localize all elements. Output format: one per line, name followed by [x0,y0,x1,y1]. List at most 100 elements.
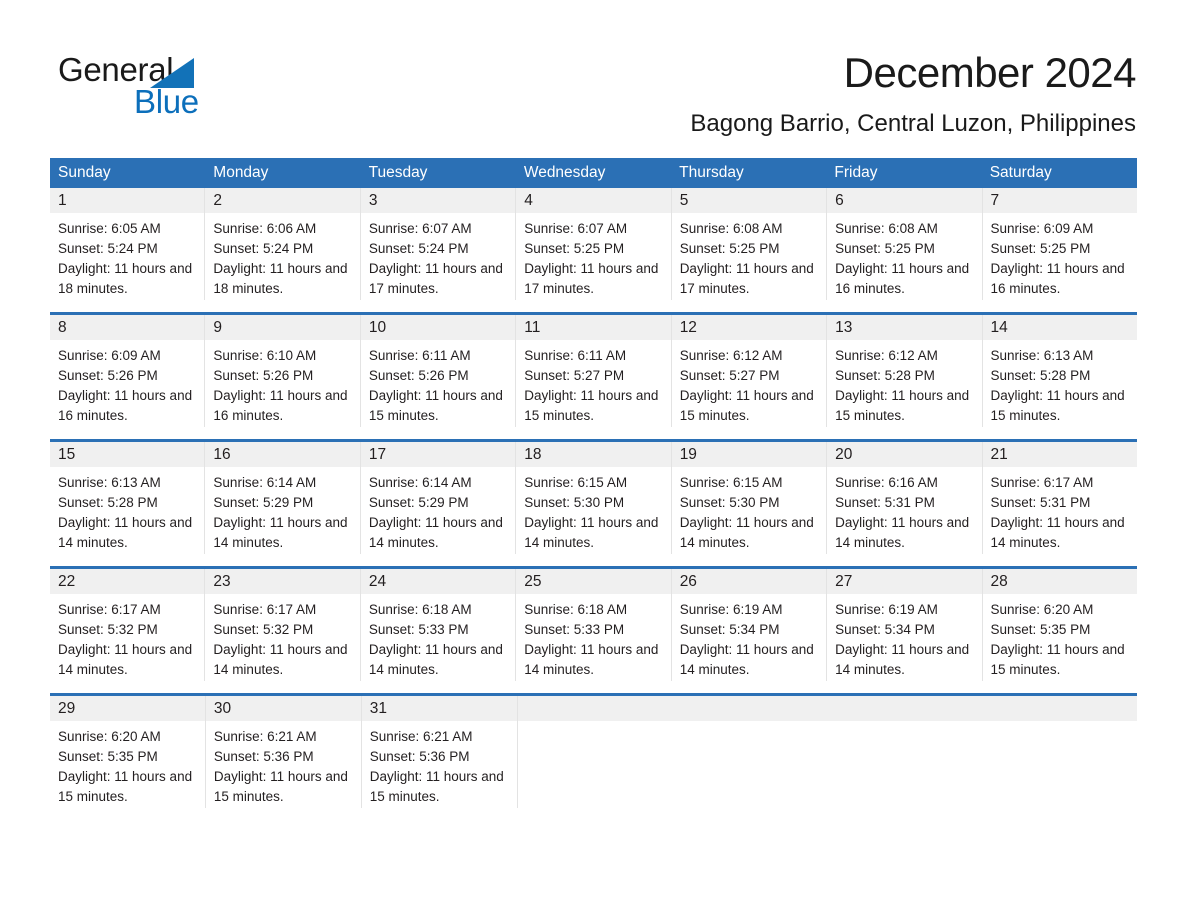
daylight-text: Daylight: 11 hours and 18 minutes. [213,261,348,296]
day-sun-info: Sunrise: 6:07 AM Sunset: 5:24 PM Daylight:… [361,213,515,299]
calendar-day-cell[interactable]: 3 Sunrise: 6:07 AM Sunset: 5:24 PM Daylight… [360,188,517,300]
day-sun-info: Sunrise: 6:13 AM Sunset: 5:28 PM Daylight:… [50,467,204,553]
sunrise-text: Sunrise: 6:17 AM [990,475,1094,490]
sunset-text: Sunset: 5:25 PM [679,241,780,256]
calendar-day-cell[interactable]: 24 Sunrise: 6:18 AM Sunset: 5:33 PM Dayligh… [360,569,517,681]
day-number [827,696,983,721]
calendar-day-cell[interactable]: 10 Sunrise: 6:11 AM Sunset: 5:26 PM Dayligh… [360,315,517,427]
sunrise-text: Sunrise: 6:20 AM [990,602,1094,617]
calendar-day-cell[interactable]: 28 Sunrise: 6:20 AM Sunset: 5:35 PM Dayligh… [982,569,1137,681]
day-sun-info: Sunrise: 6:09 AM Sunset: 5:25 PM Daylight:… [983,213,1137,299]
day-number: 24 [360,569,516,594]
calendar-day-cell[interactable]: 23 Sunrise: 6:17 AM Sunset: 5:32 PM Dayligh… [205,569,361,681]
sunrise-text: Sunrise: 6:17 AM [213,602,317,617]
calendar-week-row: 15 Sunrise: 6:13 AM Sunset: 5:28 PM Dayligh… [50,439,1137,554]
calendar-day-cell[interactable]: 8 Sunrise: 6:09 AM Sunset: 5:26 PM Daylight… [50,315,206,427]
calendar-day-cell[interactable]: 14 Sunrise: 6:13 AM Sunset: 5:28 PM Dayligh… [982,315,1137,427]
sunrise-text: Sunrise: 6:09 AM [58,348,161,363]
sunset-text: Sunset: 5:35 PM [58,749,158,764]
sunset-text: Sunset: 5:36 PM [213,749,314,764]
sunrise-text: Sunrise: 6:15 AM [524,475,628,490]
day-number: 21 [982,442,1137,467]
day-number: 5 [671,188,827,213]
calendar-day-cell[interactable]: 15 Sunrise: 6:13 AM Sunset: 5:28 PM Dayligh… [50,442,206,554]
daylight-text: Daylight: 11 hours and 17 minutes. [368,261,503,296]
sunrise-text: Sunrise: 6:14 AM [213,475,317,490]
daylight-text: Daylight: 11 hours and 14 minutes. [213,515,348,550]
calendar-day-cell[interactable]: 22 Sunrise: 6:17 AM Sunset: 5:32 PM Dayligh… [50,569,206,681]
sunset-text: Sunset: 5:26 PM [58,368,158,383]
calendar-week-row: 22 Sunrise: 6:17 AM Sunset: 5:32 PM Dayligh… [50,566,1137,681]
daylight-text: Daylight: 11 hours and 14 minutes. [58,515,193,550]
day-sun-info: Sunrise: 6:20 AM Sunset: 5:35 PM Daylight:… [983,594,1137,680]
sunset-text: Sunset: 5:34 PM [679,622,780,637]
calendar-week-body: 1 Sunrise: 6:05 AM Sunset: 5:24 PM Daylight… [50,188,1137,300]
day-number: 23 [205,569,360,594]
location-subtitle: Bagong Barrio, Central Luzon, Philippine… [690,110,1136,137]
calendar-day-cell[interactable]: 21 Sunrise: 6:17 AM Sunset: 5:31 PM Dayligh… [982,442,1137,554]
calendar-day-cell[interactable]: 1 Sunrise: 6:05 AM Sunset: 5:24 PM Daylight… [50,188,206,300]
day-sun-info: Sunrise: 6:19 AM Sunset: 5:34 PM Daylight:… [827,594,981,680]
week-gap [50,427,1137,439]
day-number: 30 [205,696,361,721]
sunset-text: Sunset: 5:28 PM [58,495,158,510]
day-number: 6 [827,188,982,213]
calendar-day-cell[interactable]: 20 Sunrise: 6:16 AM Sunset: 5:31 PM Dayligh… [827,442,983,554]
calendar-day-cell[interactable]: 26 Sunrise: 6:19 AM Sunset: 5:34 PM Dayligh… [671,569,828,681]
calendar-day-cell[interactable]: 6 Sunrise: 6:08 AM Sunset: 5:25 PM Daylight… [827,188,983,300]
calendar-day-cell[interactable]: 11 Sunrise: 6:11 AM Sunset: 5:27 PM Dayligh… [516,315,672,427]
day-sun-info: Sunrise: 6:13 AM Sunset: 5:28 PM Daylight:… [983,340,1137,426]
day-number: 29 [50,696,205,721]
calendar-day-cell[interactable]: 9 Sunrise: 6:10 AM Sunset: 5:26 PM Daylight… [205,315,361,427]
calendar-day-cell[interactable]: 12 Sunrise: 6:12 AM Sunset: 5:27 PM Dayligh… [671,315,828,427]
sunrise-text: Sunrise: 6:06 AM [213,221,317,236]
day-number: 15 [50,442,205,467]
calendar-weeks: 1 Sunrise: 6:05 AM Sunset: 5:24 PM Daylight… [50,188,1138,808]
calendar-day-cell[interactable]: 16 Sunrise: 6:14 AM Sunset: 5:29 PM Dayligh… [205,442,361,554]
day-sun-info: Sunrise: 6:19 AM Sunset: 5:34 PM Daylight:… [672,594,826,680]
calendar-day-cell[interactable]: 25 Sunrise: 6:18 AM Sunset: 5:33 PM Dayligh… [516,569,672,681]
calendar-day-cell[interactable]: 17 Sunrise: 6:14 AM Sunset: 5:29 PM Dayligh… [360,442,517,554]
calendar-day-cell-empty [517,696,673,808]
daylight-text: Daylight: 11 hours and 16 minutes. [990,261,1125,296]
sunrise-text: Sunrise: 6:09 AM [990,221,1094,236]
sunset-text: Sunset: 5:31 PM [990,495,1091,510]
day-number: 2 [205,188,360,213]
calendar-day-cell[interactable]: 29 Sunrise: 6:20 AM Sunset: 5:35 PM Dayligh… [50,696,206,808]
sunset-text: Sunset: 5:31 PM [835,495,935,510]
calendar-week-body: 15 Sunrise: 6:13 AM Sunset: 5:28 PM Dayligh… [50,442,1137,554]
sunset-text: Sunset: 5:24 PM [58,241,158,256]
calendar-week-body: 29 Sunrise: 6:20 AM Sunset: 5:35 PM Dayligh… [50,696,1138,808]
sunrise-text: Sunrise: 6:18 AM [524,602,628,617]
day-number: 18 [516,442,671,467]
calendar-day-cell[interactable]: 5 Sunrise: 6:08 AM Sunset: 5:25 PM Daylight… [671,188,828,300]
day-number [672,696,828,721]
calendar-day-cell[interactable]: 19 Sunrise: 6:15 AM Sunset: 5:30 PM Dayligh… [671,442,828,554]
sunrise-text: Sunrise: 6:19 AM [835,602,938,617]
calendar-day-cell[interactable]: 4 Sunrise: 6:07 AM Sunset: 5:25 PM Daylight… [516,188,672,300]
daylight-text: Daylight: 11 hours and 15 minutes. [369,769,504,804]
day-number: 4 [516,188,671,213]
general-blue-logo[interactable]: General Blue [58,52,358,122]
sunrise-text: Sunrise: 6:16 AM [835,475,938,490]
sunset-text: Sunset: 5:33 PM [524,622,625,637]
calendar-day-cell[interactable]: 13 Sunrise: 6:12 AM Sunset: 5:28 PM Dayligh… [827,315,983,427]
sunrise-text: Sunrise: 6:07 AM [524,221,628,236]
calendar-day-cell[interactable]: 2 Sunrise: 6:06 AM Sunset: 5:24 PM Daylight… [205,188,361,300]
day-number: 13 [827,315,982,340]
calendar-day-cell[interactable]: 27 Sunrise: 6:19 AM Sunset: 5:34 PM Dayligh… [827,569,983,681]
day-number: 10 [360,315,516,340]
day-number: 20 [827,442,982,467]
calendar-day-cell[interactable]: 18 Sunrise: 6:15 AM Sunset: 5:30 PM Dayligh… [516,442,672,554]
sunset-text: Sunset: 5:25 PM [990,241,1091,256]
day-sun-info: Sunrise: 6:20 AM Sunset: 5:35 PM Daylight:… [50,721,205,807]
daylight-text: Daylight: 11 hours and 15 minutes. [679,388,814,423]
daylight-text: Daylight: 11 hours and 14 minutes. [524,642,659,677]
calendar-day-cell[interactable]: 7 Sunrise: 6:09 AM Sunset: 5:25 PM Daylight… [982,188,1137,300]
sunset-text: Sunset: 5:27 PM [524,368,625,383]
calendar-day-cell[interactable]: 30 Sunrise: 6:21 AM Sunset: 5:36 PM Dayligh… [205,696,362,808]
day-number: 31 [361,696,517,721]
day-sun-info: Sunrise: 6:17 AM Sunset: 5:32 PM Daylight:… [50,594,204,680]
daylight-text: Daylight: 11 hours and 17 minutes. [524,261,659,296]
calendar-day-cell[interactable]: 31 Sunrise: 6:21 AM Sunset: 5:36 PM Dayligh… [361,696,518,808]
